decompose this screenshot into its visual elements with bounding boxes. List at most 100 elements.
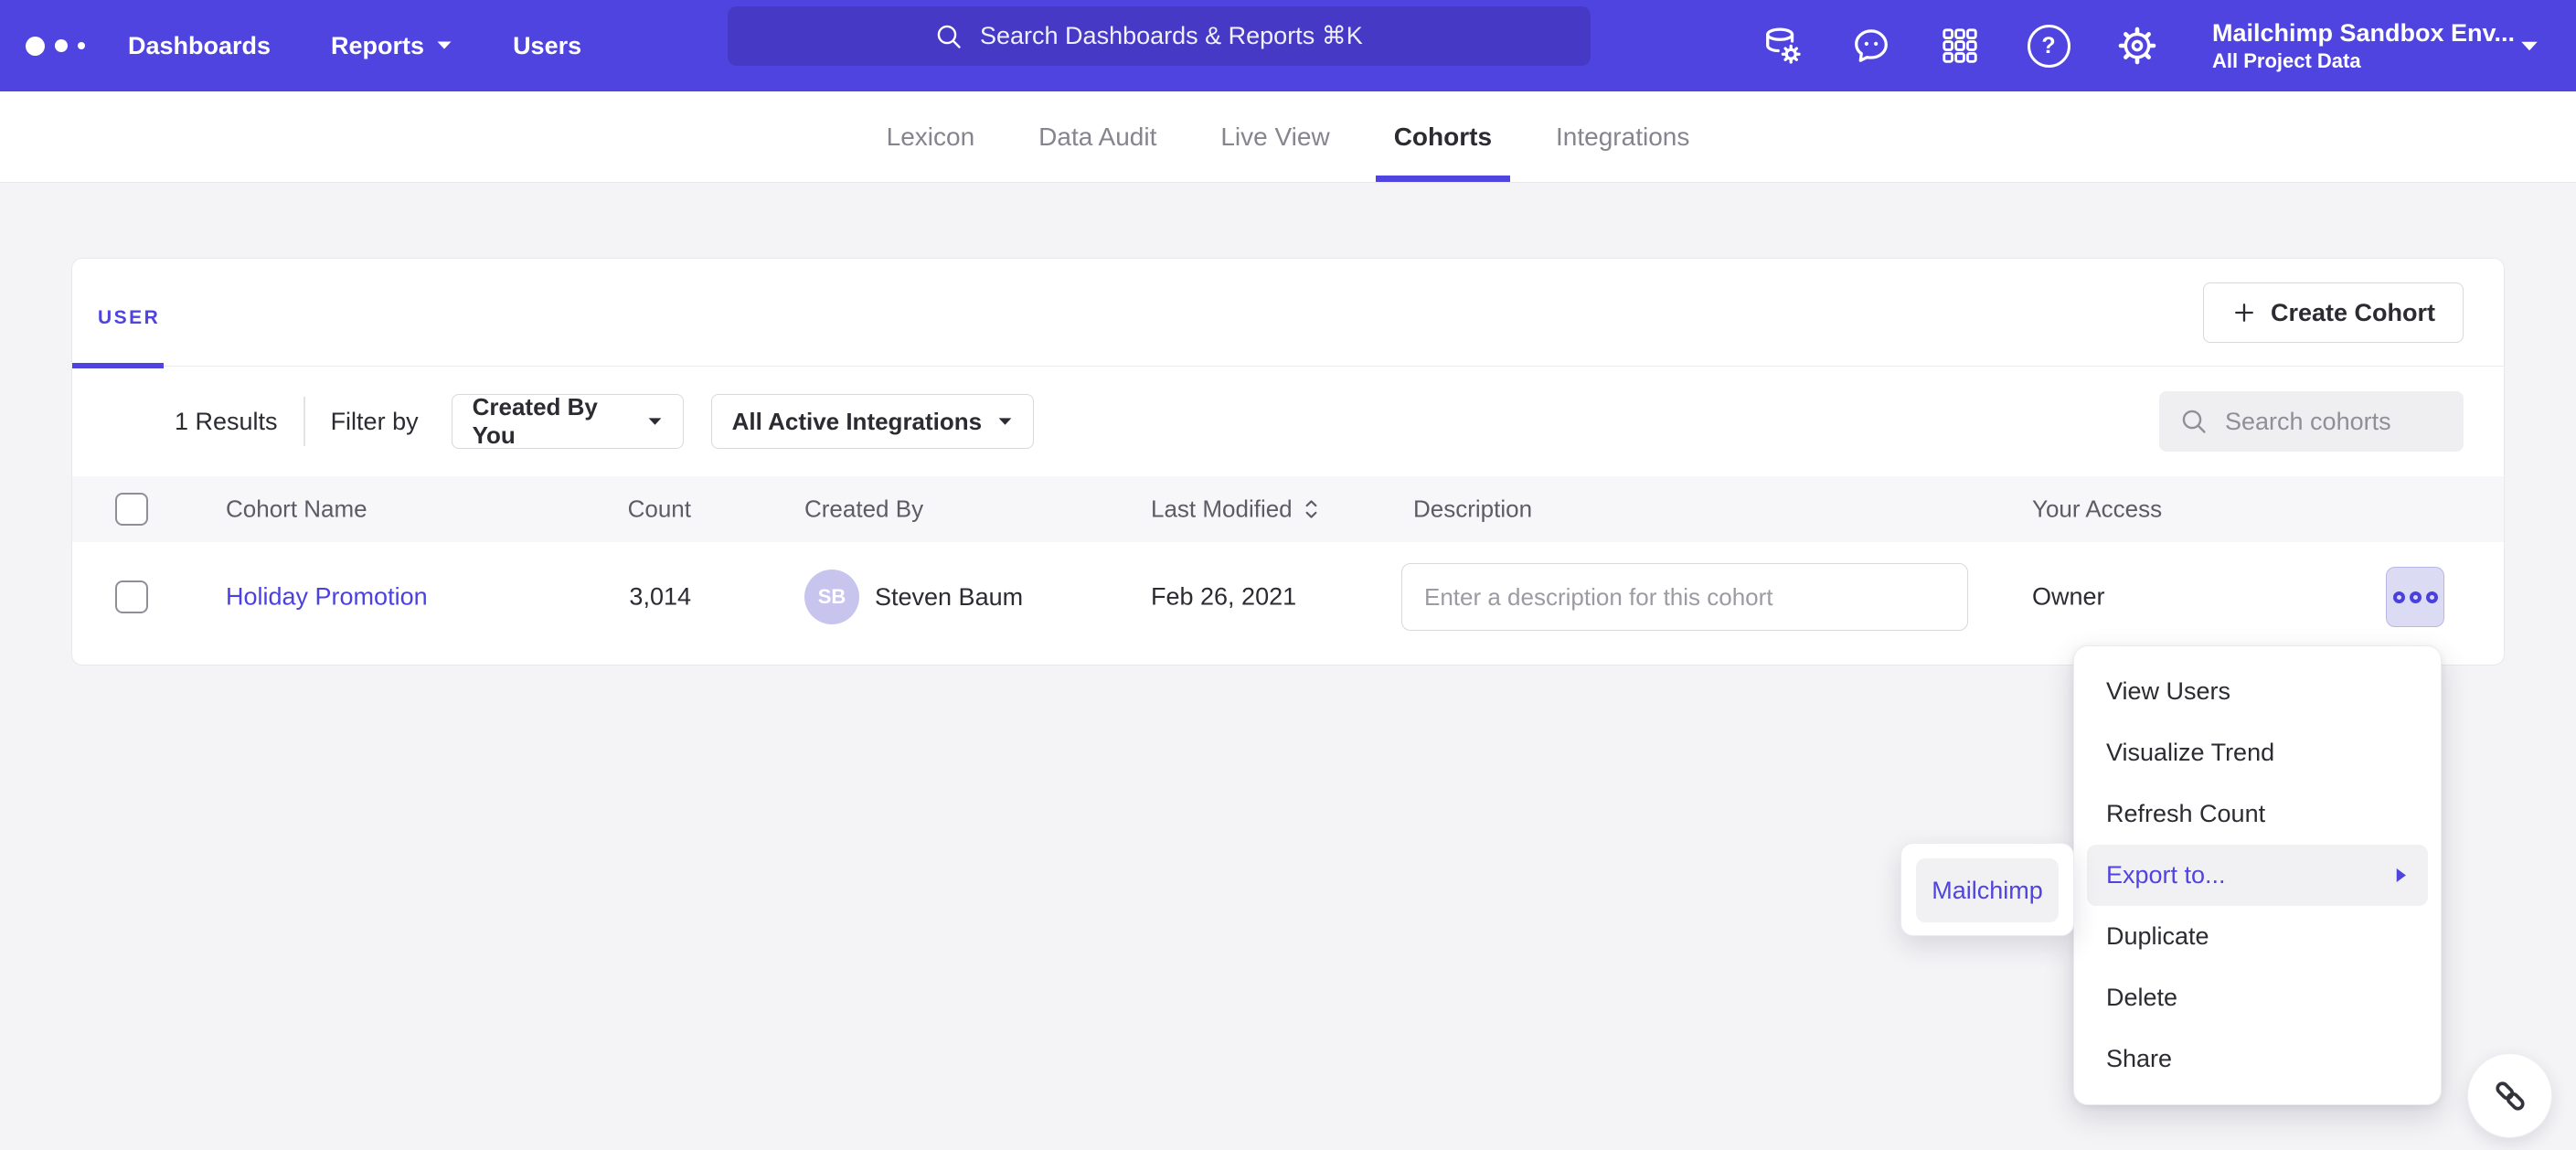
submenu-item-mailchimp[interactable]: Mailchimp: [1916, 858, 2059, 922]
submenu-arrow-icon: [2393, 867, 2409, 884]
create-cohort-label: Create Cohort: [2271, 299, 2435, 327]
select-all-checkbox[interactable]: [115, 493, 148, 526]
chevron-down-icon: [436, 40, 452, 51]
menu-item-delete[interactable]: Delete: [2074, 967, 2441, 1028]
ellipsis-icon: [2410, 591, 2422, 603]
integrations-filter-dropdown[interactable]: All Active Integrations: [711, 394, 1034, 449]
dropdown-value: All Active Integrations: [732, 408, 983, 436]
header-label: Last Modified: [1151, 495, 1293, 524]
header-description: Description: [1413, 495, 1532, 524]
row-checkbox[interactable]: [115, 580, 148, 613]
create-cohort-button[interactable]: Create Cohort: [2203, 282, 2464, 343]
created-by-filter-dropdown[interactable]: Created By You: [452, 394, 684, 449]
header-count: Count: [511, 495, 691, 524]
tab-label: Data Audit: [1038, 122, 1156, 152]
header-created-by: Created By: [804, 495, 923, 524]
mixpanel-logo[interactable]: [26, 0, 85, 91]
tab-live-view[interactable]: Live View: [1202, 91, 1347, 182]
cohort-name-link[interactable]: Holiday Promotion: [226, 583, 428, 612]
help-icon[interactable]: ?: [2027, 24, 2070, 68]
created-by-cell: SB Steven Baum: [804, 570, 1023, 624]
filter-by-label: Filter by: [331, 408, 419, 436]
sort-icon: [1304, 498, 1319, 521]
chevron-down-icon[interactable]: [2519, 40, 2539, 53]
app-root: Dashboards Reports Users: [0, 0, 2576, 1150]
last-modified-date: Feb 26, 2021: [1151, 583, 1296, 612]
nav-item-dashboards[interactable]: Dashboards: [128, 32, 271, 60]
nav-item-reports[interactable]: Reports: [331, 32, 452, 60]
tab-integrations[interactable]: Integrations: [1538, 91, 1708, 182]
data-management-icon[interactable]: [1761, 24, 1804, 68]
access-value: Owner: [2032, 583, 2105, 612]
cohort-search-input[interactable]: [2223, 407, 2437, 437]
plus-icon: [2231, 300, 2257, 325]
results-count: 1 Results: [175, 408, 278, 436]
top-nav: Dashboards Reports Users: [0, 0, 2576, 91]
menu-item-refresh-count[interactable]: Refresh Count: [2074, 783, 2441, 845]
settings-icon[interactable]: [2115, 24, 2159, 68]
panel-header: USER Create Cohort: [72, 259, 2504, 367]
chevron-down-icon: [997, 417, 1013, 427]
description-cell: [1401, 563, 1968, 631]
tab-lexicon[interactable]: Lexicon: [868, 91, 994, 182]
row-actions-menu: View Users Visualize Trend Refresh Count…: [2073, 645, 2442, 1105]
avatar: SB: [804, 570, 859, 624]
menu-item-view-users[interactable]: View Users: [2074, 661, 2441, 722]
nav-item-users[interactable]: Users: [513, 32, 581, 60]
global-search-input[interactable]: [978, 21, 1384, 51]
tab-data-audit[interactable]: Data Audit: [1020, 91, 1175, 182]
global-search[interactable]: [728, 6, 1591, 66]
row-actions-button[interactable]: [2386, 567, 2444, 627]
menu-item-label: View Users: [2106, 677, 2230, 706]
dropdown-value: Created By You: [473, 393, 647, 450]
search-icon: [2179, 407, 2209, 436]
menu-item-label: Duplicate: [2106, 922, 2209, 951]
tab-label: Integrations: [1556, 122, 1689, 152]
tab-label: Lexicon: [887, 122, 975, 152]
cohorts-panel: USER Create Cohort 1 Results Filter by C…: [71, 258, 2505, 666]
feedback-icon[interactable]: [1849, 24, 1893, 68]
question-mark: ?: [2028, 25, 2070, 68]
copy-link-button[interactable]: [2467, 1053, 2552, 1138]
project-scope: All Project Data: [2212, 48, 2514, 74]
section-tabbar: Lexicon Data Audit Live View Cohorts Int…: [0, 91, 2576, 183]
ellipsis-icon: [2393, 591, 2405, 603]
nav-item-label: Dashboards: [128, 32, 271, 60]
export-submenu: Mailchimp: [1900, 843, 2074, 936]
table-header-row: Cohort Name Count Created By Last Modifi…: [72, 476, 2504, 542]
tab-label: Cohorts: [1394, 122, 1492, 152]
menu-item-label: Visualize Trend: [2106, 739, 2274, 767]
menu-item-label: Delete: [2106, 984, 2177, 1012]
primary-nav: Dashboards Reports Users: [128, 0, 581, 91]
filter-toolbar: 1 Results Filter by Created By You All A…: [72, 367, 2504, 476]
menu-item-visualize-trend[interactable]: Visualize Trend: [2074, 722, 2441, 783]
header-last-modified[interactable]: Last Modified: [1151, 495, 1319, 524]
table-row: Holiday Promotion 3,014 SB Steven Baum F…: [72, 542, 2504, 652]
menu-item-label: Export to...: [2106, 861, 2226, 889]
tab-user-cohorts[interactable]: USER: [98, 307, 160, 329]
ellipsis-icon: [2426, 591, 2438, 603]
cohort-search[interactable]: [2159, 391, 2464, 452]
link-icon: [2490, 1076, 2530, 1116]
tab-label: Live View: [1220, 122, 1329, 152]
chevron-down-icon: [647, 417, 663, 427]
menu-item-duplicate[interactable]: Duplicate: [2074, 906, 2441, 967]
nav-item-label: Users: [513, 32, 581, 60]
search-icon: [934, 22, 963, 51]
header-cohort-name: Cohort Name: [226, 495, 367, 524]
description-input[interactable]: [1401, 563, 1968, 631]
nav-item-label: Reports: [331, 32, 424, 60]
apps-grid-icon[interactable]: [1938, 24, 1982, 68]
project-name: Mailchimp Sandbox Env...: [2212, 17, 2514, 48]
cohort-count: 3,014: [511, 583, 691, 612]
divider: [303, 397, 305, 446]
header-your-access: Your Access: [2032, 495, 2162, 524]
menu-item-label: Share: [2106, 1045, 2172, 1073]
tab-cohorts[interactable]: Cohorts: [1376, 91, 1510, 182]
project-switcher[interactable]: Mailchimp Sandbox Env... All Project Dat…: [2212, 0, 2514, 91]
creator-name: Steven Baum: [875, 583, 1023, 612]
menu-item-export-to[interactable]: Export to...: [2087, 845, 2428, 906]
menu-item-label: Refresh Count: [2106, 800, 2265, 828]
nav-icon-group: ?: [1761, 0, 2159, 91]
menu-item-share[interactable]: Share: [2074, 1028, 2441, 1090]
